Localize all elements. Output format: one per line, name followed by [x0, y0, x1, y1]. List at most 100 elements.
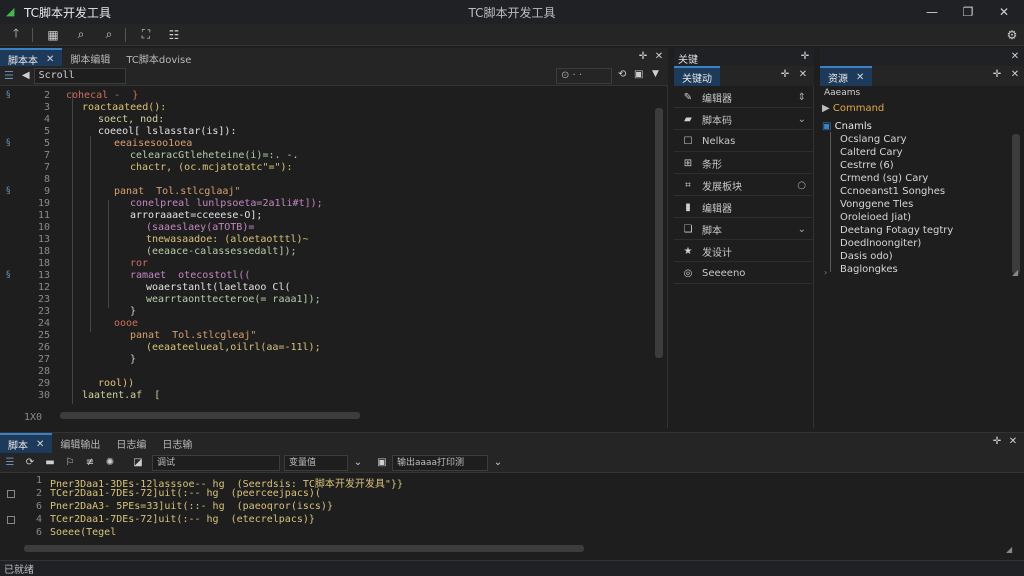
keyword-item[interactable]: ▰ 脚本码 ⌄	[674, 110, 814, 130]
symbol-dropdown[interactable]: Scroll	[33, 67, 126, 84]
resource-item[interactable]: Doedlnoongiter)	[840, 238, 921, 249]
wrap-icon[interactable]: ≢	[80, 457, 100, 468]
refresh-icon[interactable]: ⟳	[20, 457, 40, 468]
minimize-icon[interactable]: —	[918, 2, 946, 22]
chevron-down-icon[interactable]: ⌄	[348, 457, 368, 468]
search-icon[interactable]: ⌕	[69, 25, 93, 45]
bug-icon[interactable]: ✺	[100, 457, 120, 468]
keyword-item[interactable]: ⊞ 条形	[674, 154, 814, 174]
resize-grip-icon[interactable]: ◢	[1012, 268, 1018, 277]
resource-item[interactable]: Ocslang Cary	[840, 134, 907, 145]
pin-icon[interactable]: ✛	[990, 436, 1004, 447]
variable-field[interactable]: 变量值	[284, 454, 348, 471]
keyword-item[interactable]: ❏ 脚本 ⌄	[674, 220, 814, 240]
breakpoint-marker-icon[interactable]	[7, 516, 15, 524]
resource-item[interactable]: Ccnoeanst1 Songhes	[840, 186, 945, 197]
resource-item[interactable]: Deetang Fotagy tegtry	[840, 225, 953, 236]
expand-arrow-icon[interactable]: ›	[824, 268, 827, 277]
tab-output-script[interactable]: 脚本 ✕	[0, 433, 53, 453]
resource-item[interactable]: Calterd Cary	[840, 147, 903, 158]
log-line-number: 6	[35, 527, 42, 538]
resource-item[interactable]: Cestrre (6)	[840, 160, 894, 171]
close-icon[interactable]: ✕	[46, 54, 54, 65]
resource-item[interactable]: Crmend (sg) Cary	[840, 173, 928, 184]
close-icon[interactable]: ✕	[652, 51, 666, 62]
item-action-icon[interactable]: ○	[797, 180, 806, 191]
item-action-icon[interactable]: ⇕	[798, 92, 806, 103]
keyword-item[interactable]: ☐ Nelkas	[674, 132, 814, 152]
tab-edit-output[interactable]: 编辑输出	[52, 433, 108, 453]
run-icon[interactable]: 🡑	[4, 25, 28, 45]
tab-keywords[interactable]: 关键动	[674, 66, 720, 86]
pin-icon[interactable]: ✛	[778, 69, 792, 80]
fold-marker-icon[interactable]: §	[6, 270, 11, 280]
selected-resource[interactable]: ▶ Command	[822, 103, 1020, 117]
pin-icon[interactable]: ✛	[798, 51, 812, 62]
keyword-item[interactable]: ★ 发设计	[674, 242, 814, 262]
horizontal-scrollbar[interactable]	[24, 545, 584, 552]
close-icon[interactable]: ✕	[990, 2, 1018, 22]
fold-marker-icon[interactable]: §	[6, 186, 11, 196]
maximize-icon[interactable]: ❐	[954, 2, 982, 22]
vertical-scrollbar[interactable]	[1012, 134, 1020, 274]
line-number: 12	[37, 282, 50, 293]
fold-marker-icon[interactable]: §	[6, 90, 11, 100]
print-icon[interactable]: ▣	[372, 457, 392, 468]
history-icon[interactable]: ⟲	[618, 69, 626, 80]
breakpoint-marker-icon[interactable]	[7, 490, 15, 498]
resource-item[interactable]: Dasis odo)	[840, 251, 893, 262]
keyword-item[interactable]: ◎ Seeeeno	[674, 264, 814, 284]
back-icon[interactable]: ◀	[22, 70, 30, 81]
item-action-icon[interactable]: ⌄	[798, 224, 806, 235]
tab-log-output[interactable]: 日志输	[154, 433, 200, 453]
list-icon[interactable]: ☰	[0, 457, 20, 468]
keyword-item[interactable]: ▮ 编辑器	[674, 198, 814, 218]
resource-item[interactable]: Oroleioed Jiat)	[840, 212, 911, 223]
tab-log[interactable]: 日志编	[108, 433, 154, 453]
close-icon[interactable]: ✕	[1006, 436, 1020, 447]
code-line: (saaeslaey(aTOTB)=	[146, 222, 255, 233]
item-action-icon[interactable]: ⌄	[798, 114, 806, 125]
tab-resources[interactable]: 资源 ✕	[820, 66, 873, 86]
resize-grip-icon[interactable]: ◢	[1006, 545, 1012, 554]
close-icon[interactable]: ✕	[36, 439, 44, 450]
folder-icon[interactable]: ▬	[40, 457, 60, 468]
log-line-text: TCer2Daa1-7DEs-72]uit(:-- hg (etecrelpac…	[50, 514, 315, 525]
debug-field[interactable]: 调试	[152, 454, 280, 471]
keyword-item[interactable]: ⌗ 发展板块 ○	[674, 176, 814, 196]
close-icon[interactable]: ✕	[796, 69, 810, 80]
fold-marker-icon[interactable]: §	[6, 138, 11, 148]
save-icon[interactable]: ▣	[634, 69, 643, 80]
chevron-down-icon[interactable]: ▼	[652, 69, 659, 79]
tab-script-edit[interactable]: 脚本编辑	[62, 48, 118, 68]
tab-label: 关键动	[682, 73, 712, 85]
gear-icon[interactable]: ⚙	[1000, 25, 1024, 45]
pin-icon[interactable]: ✛	[636, 51, 650, 62]
tab-tc-device[interactable]: TC脚本dovise	[118, 48, 199, 68]
pin-icon[interactable]: ✛	[990, 69, 1004, 80]
list-icon[interactable]: ☰	[4, 69, 14, 82]
chevron-down-icon[interactable]: ⌄	[488, 457, 508, 468]
tree-root[interactable]: ▣ Cnamls	[822, 121, 872, 132]
close-icon[interactable]: ✕	[1008, 51, 1022, 62]
output-toolbar: ☰ ⟳ ▬ ⚐ ≢ ✺ ◪ 调试 变量值 ⌄ ▣ 输出aaaa打印测 ⌄	[0, 453, 1024, 473]
resource-item[interactable]: Baglongkes	[840, 264, 898, 275]
expand-arrow-icon[interactable]: ▶	[822, 103, 833, 114]
grid-icon[interactable]: ▦	[41, 25, 65, 45]
resource-item[interactable]: Vonggene Tles	[840, 199, 913, 210]
keyword-item[interactable]: ✎ 编辑器 ⇕	[674, 88, 814, 108]
horizontal-scrollbar[interactable]	[60, 412, 360, 419]
debug-icon[interactable]: ⛶	[134, 25, 158, 45]
vertical-scrollbar[interactable]	[655, 108, 663, 358]
settings-icon[interactable]: ☷	[162, 25, 186, 45]
output-print-field[interactable]: 输出aaaa打印测	[392, 454, 488, 471]
tab-script[interactable]: 脚本本 ✕	[0, 48, 63, 68]
close-icon[interactable]: ✕	[856, 72, 864, 83]
filter-icon[interactable]: ⚐	[60, 457, 80, 468]
find-icon[interactable]: ⌕	[97, 25, 121, 45]
scope-dropdown[interactable]: ⊙ · ·	[556, 68, 612, 84]
edit-icon[interactable]: ◪	[128, 457, 148, 468]
close-icon[interactable]: ✕	[1008, 69, 1022, 80]
resource-filter[interactable]: Aaeams	[822, 88, 1022, 102]
code-area[interactable]: cohecal - } roactaateed(): soect, nod: coee…	[64, 88, 654, 406]
